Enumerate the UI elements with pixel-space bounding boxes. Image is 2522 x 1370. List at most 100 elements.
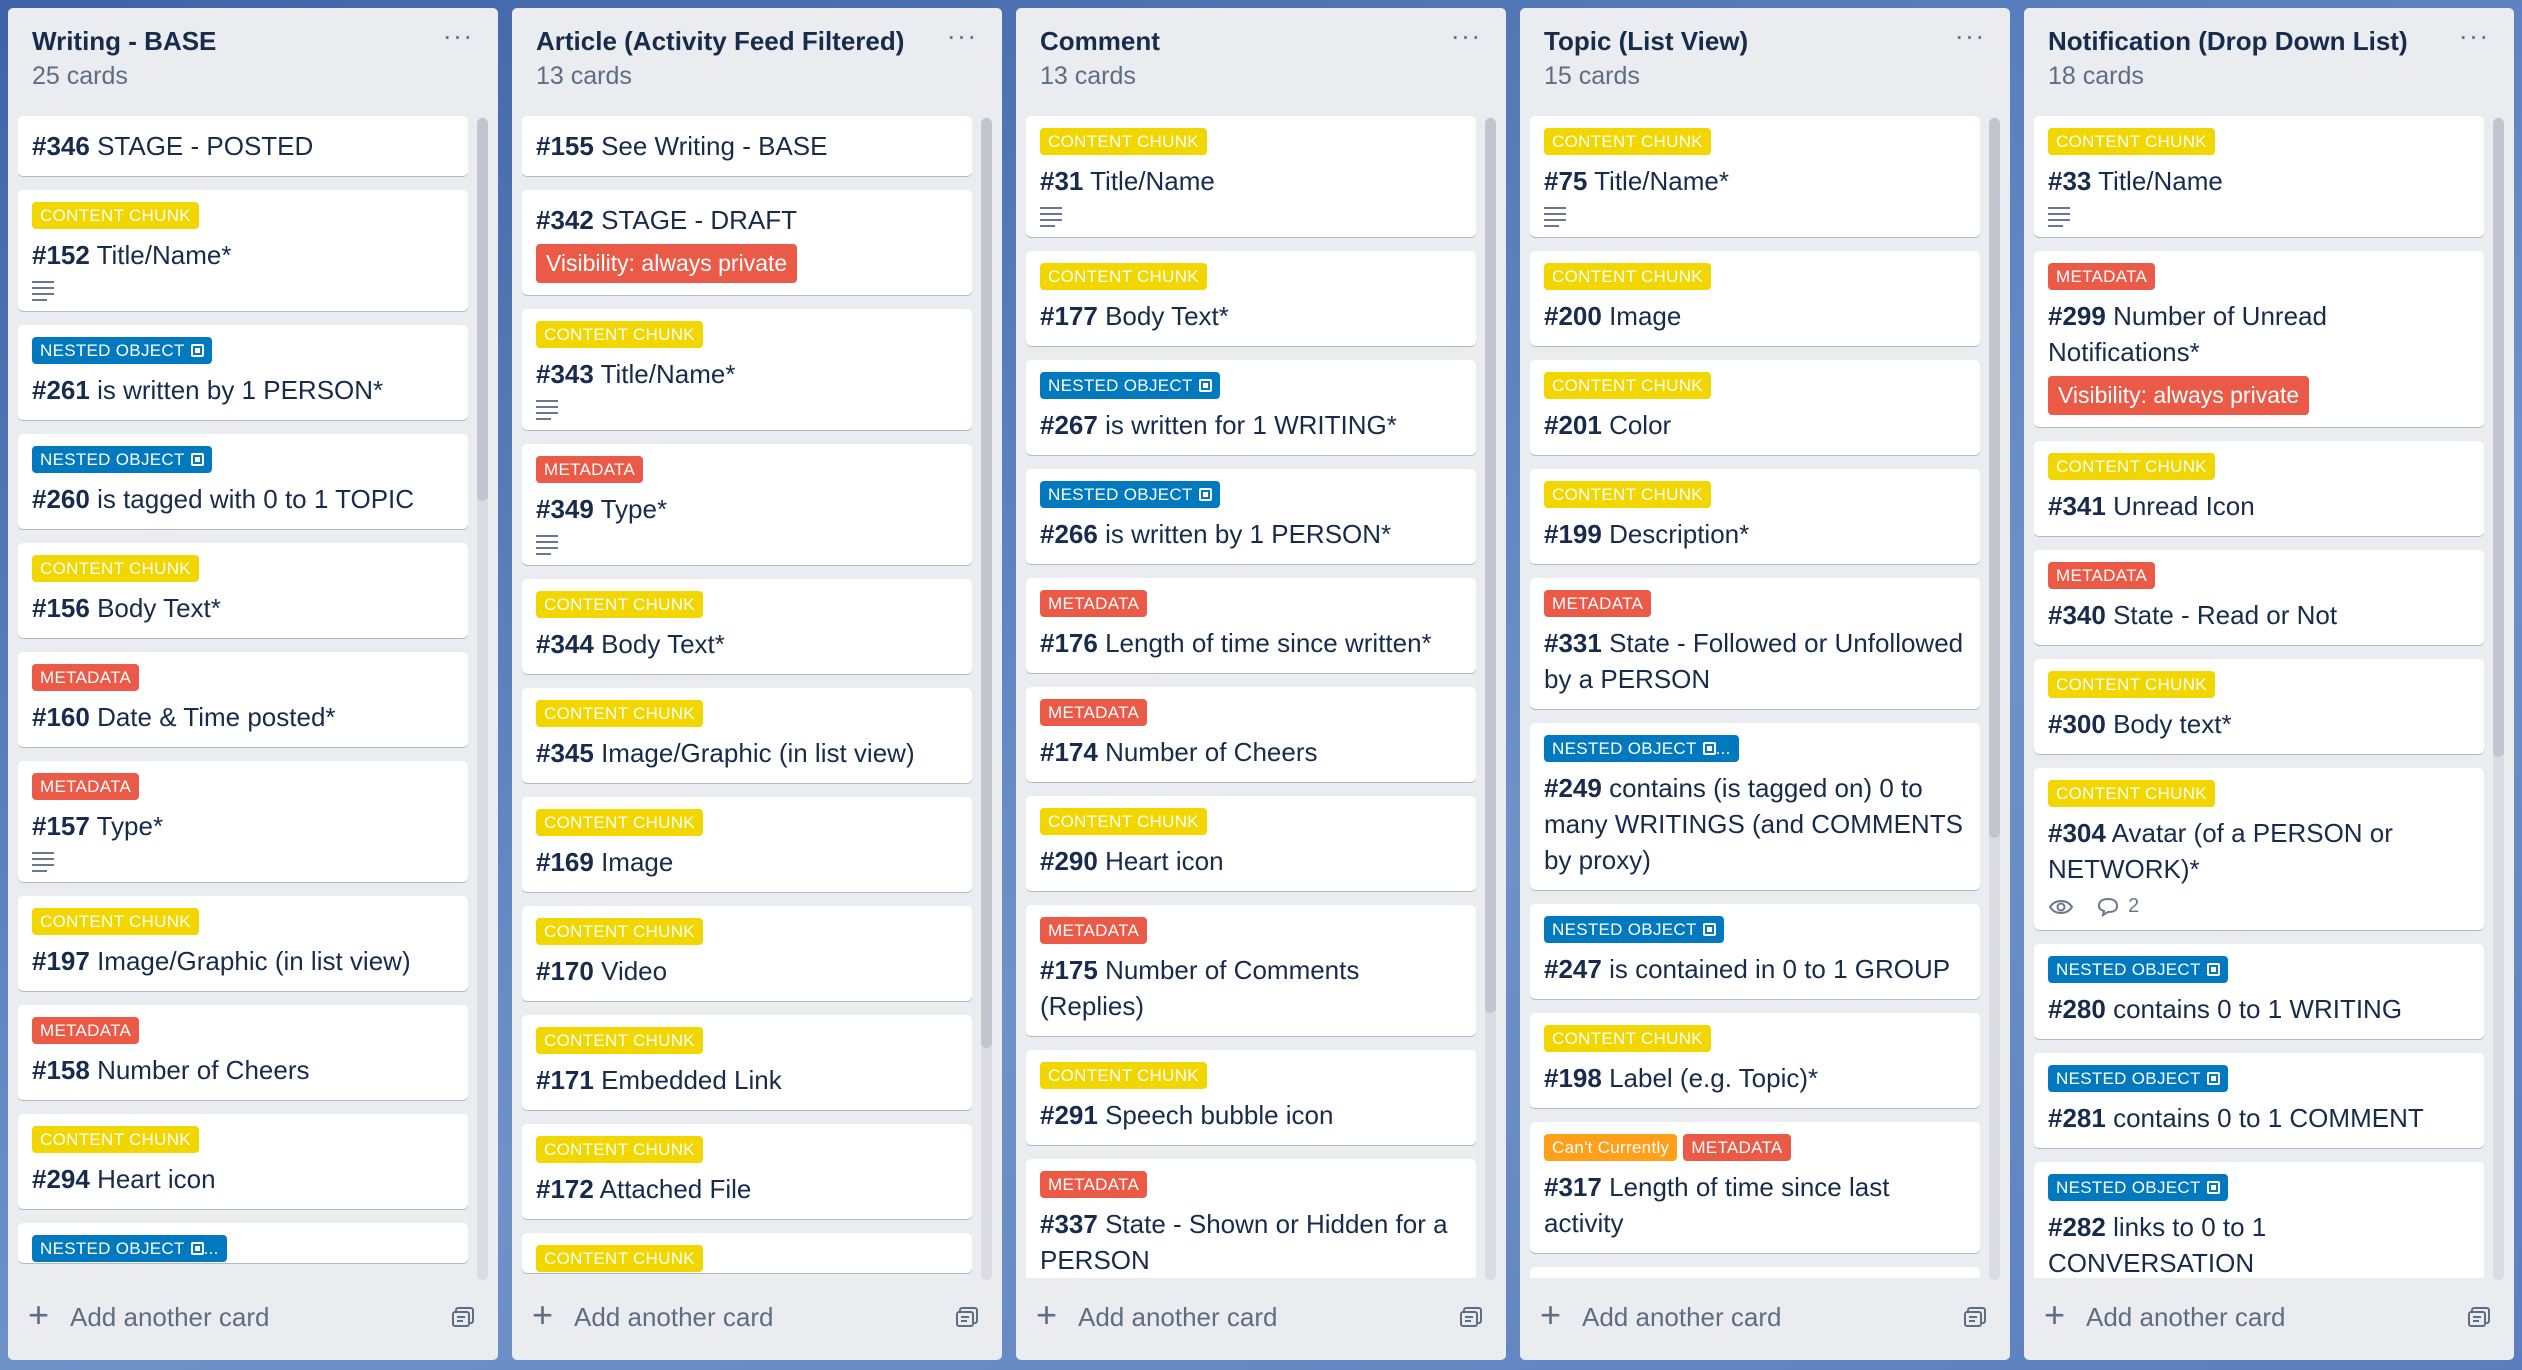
card[interactable]: CONTENT CHUNK #169 Image	[522, 797, 972, 892]
label-no[interactable]: NESTED OBJECT	[32, 446, 212, 473]
list-title[interactable]: Notification (Drop Down List)	[2048, 26, 2408, 57]
label-md[interactable]: METADATA	[32, 773, 140, 800]
label-cc[interactable]: CONTENT CHUNK	[1040, 263, 1207, 290]
card[interactable]: CONTENT CHUNK #152 Title/Name*	[18, 190, 468, 311]
card[interactable]: NESTED OBJECT #267 is written for 1 WRITI…	[1026, 360, 1476, 455]
card[interactable]: CONTENT CHUNK #170 Video	[522, 906, 972, 1001]
card[interactable]: Can't CurrentlyMETADATA	[1530, 1267, 1980, 1278]
card[interactable]: CONTENT CHUNK #198 Label (e.g. Topic)*	[1530, 1013, 1980, 1108]
card[interactable]: METADATA #176 Length of time since writte…	[1026, 578, 1476, 673]
card[interactable]: NESTED OBJECT...	[18, 1223, 468, 1263]
scrollbar[interactable]	[477, 118, 488, 1280]
card[interactable]: #155 See Writing - BASE	[522, 116, 972, 176]
label-cc[interactable]: CONTENT CHUNK	[32, 202, 199, 229]
add-card-button[interactable]: + Add another card	[1016, 1280, 1506, 1360]
label-cc[interactable]: CONTENT CHUNK	[1544, 263, 1711, 290]
list-header[interactable]: Notification (Drop Down List) 18 cards ···	[2024, 8, 2514, 113]
label-no[interactable]: NESTED OBJECT	[2048, 1174, 2228, 1201]
label-cc[interactable]: CONTENT CHUNK	[1544, 1025, 1711, 1052]
label-md[interactable]: METADATA	[1040, 1171, 1148, 1198]
label-cc[interactable]: CONTENT CHUNK	[536, 1136, 703, 1163]
template-icon[interactable]	[452, 1306, 476, 1328]
card[interactable]: CONTENT CHUNK #197 Image/Graphic (in list…	[18, 896, 468, 991]
card[interactable]: METADATA #160 Date & Time posted*	[18, 652, 468, 747]
label-cc[interactable]: CONTENT CHUNK	[2048, 780, 2215, 807]
label-md[interactable]: METADATA	[1040, 917, 1148, 944]
label-cc[interactable]: CONTENT CHUNK	[536, 591, 703, 618]
label-cc[interactable]: CONTENT CHUNK	[1040, 128, 1207, 155]
add-card-button[interactable]: + Add another card	[512, 1280, 1002, 1360]
list-menu-icon[interactable]: ···	[1446, 20, 1486, 60]
scrollbar[interactable]	[1989, 118, 2000, 1280]
card[interactable]: CONTENT CHUNK #171 Embedded Link	[522, 1015, 972, 1110]
card[interactable]: #342 STAGE - DRAFT Visibility: always pri…	[522, 190, 972, 295]
label-no[interactable]: NESTED OBJECT	[1544, 916, 1724, 943]
card[interactable]: CONTENT CHUNK #344 Body Text*	[522, 579, 972, 674]
label-md[interactable]: METADATA	[1544, 590, 1652, 617]
add-card-button[interactable]: + Add another card	[8, 1280, 498, 1360]
card[interactable]: #346 STAGE - POSTED	[18, 116, 468, 176]
label-cc[interactable]: CONTENT CHUNK	[536, 700, 703, 727]
card[interactable]: CONTENT CHUNK #300 Body text*	[2034, 659, 2484, 754]
card[interactable]: Can't Currently METADATA #317 Length of ti…	[1530, 1122, 1980, 1253]
card[interactable]: METADATA #157 Type*	[18, 761, 468, 882]
card[interactable]: NESTED OBJECT #282 links to 0 to 1 CONVER…	[2034, 1162, 2484, 1278]
list-header[interactable]: Topic (List View) 15 cards ···	[1520, 8, 2010, 113]
label-cc[interactable]: CONTENT CHUNK	[2048, 453, 2215, 480]
card[interactable]: CONTENT CHUNK #291 Speech bubble icon	[1026, 1050, 1476, 1145]
scrollbar-thumb[interactable]	[477, 118, 488, 502]
list-title[interactable]: Writing - BASE	[32, 26, 216, 57]
card[interactable]: NESTED OBJECT #281 contains 0 to 1 COMMEN…	[2034, 1053, 2484, 1148]
card[interactable]: METADATA #174 Number of Cheers	[1026, 687, 1476, 782]
card[interactable]: CONTENT CHUNK #31 Title/Name	[1026, 116, 1476, 237]
list-title[interactable]: Topic (List View)	[1544, 26, 1748, 57]
card[interactable]: METADATA #158 Number of Cheers	[18, 1005, 468, 1100]
card[interactable]: CONTENT CHUNK #294 Heart icon	[18, 1114, 468, 1209]
card[interactable]: CONTENT CHUNK #75 Title/Name*	[1530, 116, 1980, 237]
label-cc[interactable]: CONTENT CHUNK	[1040, 1062, 1207, 1089]
label-cc[interactable]: CONTENT CHUNK	[1544, 128, 1711, 155]
label-cc[interactable]: CONTENT CHUNK	[32, 1126, 199, 1153]
card[interactable]: CONTENT CHUNK #172 Attached File	[522, 1124, 972, 1219]
scrollbar[interactable]	[981, 118, 992, 1280]
label-cc[interactable]: CONTENT CHUNK	[536, 321, 703, 348]
card[interactable]: CONTENT CHUNK #304 Avatar (of a PERSON or…	[2034, 768, 2484, 930]
label-md[interactable]: METADATA	[2048, 562, 2156, 589]
add-card-button[interactable]: + Add another card	[1520, 1280, 2010, 1360]
card[interactable]: CONTENT CHUNK #341 Unread Icon	[2034, 441, 2484, 536]
label-cc[interactable]: CONTENT CHUNK	[2048, 671, 2215, 698]
add-card-button[interactable]: + Add another card	[2024, 1280, 2514, 1360]
card[interactable]: CONTENT CHUNK #345 Image/Graphic (in list…	[522, 688, 972, 783]
scrollbar-thumb[interactable]	[981, 118, 992, 1048]
template-icon[interactable]	[1964, 1306, 1988, 1328]
card[interactable]: CONTENT CHUNK #343 Title/Name*	[522, 309, 972, 430]
card[interactable]: CONTENT CHUNK	[522, 1233, 972, 1273]
card[interactable]: CONTENT CHUNK #200 Image	[1530, 251, 1980, 346]
scrollbar[interactable]	[1485, 118, 1496, 1280]
label-cc[interactable]: CONTENT CHUNK	[1544, 481, 1711, 508]
label-no[interactable]: NESTED OBJECT	[32, 337, 212, 364]
list-menu-icon[interactable]: ···	[942, 20, 982, 60]
label-cc[interactable]: CONTENT CHUNK	[32, 555, 199, 582]
label-cc[interactable]: CONTENT CHUNK	[536, 918, 703, 945]
card[interactable]: NESTED OBJECT #247 is contained in 0 to 1…	[1530, 904, 1980, 999]
card[interactable]: NESTED OBJECT #261 is written by 1 PERSON…	[18, 325, 468, 420]
label-cc[interactable]: CONTENT CHUNK	[1544, 372, 1711, 399]
card[interactable]: METADATA #340 State - Read or Not	[2034, 550, 2484, 645]
template-icon[interactable]	[1460, 1306, 1484, 1328]
visibility-label[interactable]: Visibility: always private	[536, 244, 798, 283]
card[interactable]: METADATA #349 Type*	[522, 444, 972, 565]
label-cc[interactable]: CONTENT CHUNK	[32, 908, 199, 935]
card[interactable]: METADATA #337 State - Shown or Hidden for…	[1026, 1159, 1476, 1278]
label-md[interactable]: METADATA	[536, 456, 644, 483]
template-icon[interactable]	[956, 1306, 980, 1328]
label-md[interactable]: METADATA	[1040, 590, 1148, 617]
list-header[interactable]: Article (Activity Feed Filtered) 13 cards…	[512, 8, 1002, 113]
label-no[interactable]: NESTED OBJECT	[1040, 372, 1220, 399]
scrollbar-thumb[interactable]	[2493, 118, 2504, 758]
label-md[interactable]: METADATA	[1683, 1134, 1791, 1161]
label-cant[interactable]: Can't Currently	[1544, 1134, 1678, 1161]
card[interactable]: CONTENT CHUNK #199 Description*	[1530, 469, 1980, 564]
card[interactable]: CONTENT CHUNK #33 Title/Name	[2034, 116, 2484, 237]
label-cc[interactable]: CONTENT CHUNK	[536, 1245, 703, 1272]
